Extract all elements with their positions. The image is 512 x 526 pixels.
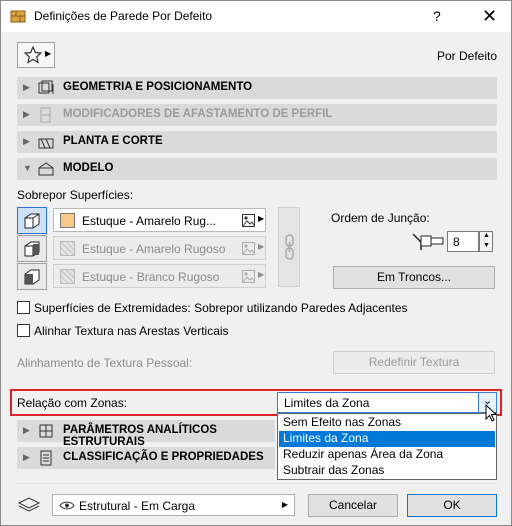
section-geometry[interactable]: ▶ GEOMETRIA E POSICIONAMENTO	[17, 77, 497, 99]
cancel-button[interactable]: Cancelar	[308, 494, 398, 517]
geometry-icon	[38, 80, 54, 94]
star-icon	[24, 46, 42, 64]
zone-relation-value: Limites da Zona	[284, 396, 370, 410]
layer-select[interactable]: Estrutural - Em Carga ▶	[52, 494, 295, 516]
footer-divider	[17, 483, 497, 484]
structural-analysis-icon	[39, 424, 53, 438]
junction-order-input[interactable]: 8	[447, 231, 479, 252]
surface-material-2[interactable]: Estuque - Amarelo Rugoso ▶	[53, 236, 266, 260]
material-swatch	[60, 241, 75, 256]
custom-texture-label: Alinhamento de Textura Pessoal:	[17, 356, 193, 370]
surface-material-3[interactable]: Estuque - Branco Rugoso ▶	[53, 264, 266, 288]
chevron-right-icon: ▶	[45, 49, 52, 58]
classification-icon	[40, 450, 52, 466]
wall-tool-icon	[10, 10, 26, 23]
favorites-button[interactable]: ▶	[17, 42, 55, 68]
surface-material-1[interactable]: Estuque - Amarelo Rug... ▶	[53, 208, 266, 232]
layer-value: Estrutural - Em Carga	[79, 499, 196, 513]
section-structural[interactable]: ▶ PARÂMETROS ANALÍTICOS ESTRUTURAIS	[17, 420, 275, 448]
surface-side-2-button[interactable]	[17, 235, 47, 262]
chevron-right-icon: ▶	[281, 500, 288, 509]
floor-plan-icon	[38, 138, 54, 149]
material-label: Estuque - Amarelo Rugoso	[82, 242, 226, 256]
chevron-right-icon: ▶	[258, 214, 265, 223]
override-surfaces-label: Sobrepor Superfícies:	[17, 188, 134, 202]
surface-side-1-button[interactable]	[17, 207, 47, 234]
zone-relation-label: Relação com Zonas:	[17, 396, 128, 410]
chain-link-icon	[285, 234, 294, 260]
collapsed-arrow-icon: ▶	[23, 136, 30, 146]
collapsed-arrow-icon: ▶	[23, 425, 30, 435]
align-texture-checkbox[interactable]	[17, 324, 30, 337]
zone-option-reduce-area[interactable]: Reduzir apenas Área da Zona	[279, 447, 495, 463]
section-floor-plan[interactable]: ▶ PLANTA E CORTE	[17, 131, 497, 153]
align-texture-label: Alinhar Textura nas Arestas Verticais	[34, 324, 229, 338]
reset-texture-button[interactable]: Redefinir Textura	[333, 351, 495, 374]
material-swatch	[60, 269, 75, 284]
section-label: PLANTA E CORTE	[63, 135, 163, 147]
chevron-right-icon: ▶	[258, 242, 265, 251]
material-picker-icon	[242, 242, 255, 255]
chevron-right-icon: ▶	[258, 270, 265, 279]
surface-edge-button[interactable]	[17, 263, 47, 290]
wall-face-icon	[24, 213, 40, 229]
close-button[interactable]: ✕	[482, 6, 497, 27]
log-details-button[interactable]: Em Troncos...	[333, 266, 495, 289]
chain-link-button[interactable]	[278, 207, 300, 287]
section-label: PARÂMETROS ANALÍTICOS ESTRUTURAIS	[63, 424, 217, 448]
preset-name: Por Defeito	[436, 49, 497, 63]
mouse-cursor-icon	[485, 404, 498, 422]
material-label: Estuque - Branco Rugoso	[82, 270, 220, 284]
section-profile-modifiers[interactable]: ▶ MODIFICADORES DE AFASTAMENTO DE PERFIL	[17, 104, 497, 126]
zone-option-no-effect[interactable]: Sem Efeito nas Zonas	[279, 415, 495, 431]
section-model[interactable]: ▼ MODELO	[17, 158, 497, 180]
material-picker-icon	[242, 214, 255, 227]
junction-order-label: Ordem de Junção:	[331, 211, 430, 225]
material-label: Estuque - Amarelo Rug...	[82, 214, 217, 228]
material-swatch	[60, 213, 75, 228]
wall-face-icon	[24, 269, 40, 285]
model-icon	[38, 162, 54, 176]
zone-option-subtract[interactable]: Subtrair das Zonas	[279, 463, 495, 479]
section-label: MODIFICADORES DE AFASTAMENTO DE PERFIL	[63, 108, 333, 120]
window-title: Definições de Parede Por Defeito	[34, 9, 213, 23]
material-picker-icon	[242, 270, 255, 283]
section-label: CLASSIFICAÇÃO E PROPRIEDADES	[63, 451, 264, 463]
title-bar: Definições de Parede Por Defeito ? ✕	[1, 1, 511, 32]
zone-relation-select[interactable]: Limites da Zona ⌄	[277, 392, 497, 413]
zone-relation-options: Sem Efeito nas Zonas Limites da Zona Red…	[277, 413, 497, 480]
edge-surfaces-checkbox[interactable]	[17, 301, 30, 314]
collapsed-arrow-icon: ▶	[23, 82, 30, 92]
stepper-up-icon[interactable]: ▲	[483, 232, 490, 239]
help-button[interactable]: ?	[433, 8, 441, 24]
section-label: GEOMETRIA E POSICIONAMENTO	[63, 81, 253, 93]
collapsed-arrow-icon: ▶	[23, 109, 30, 119]
collapsed-arrow-icon: ▶	[23, 452, 30, 462]
stepper-down-icon[interactable]: ▼	[483, 242, 490, 249]
zone-option-zone-boundary[interactable]: Limites da Zona	[279, 431, 495, 447]
section-classification[interactable]: ▶ CLASSIFICAÇÃO E PROPRIEDADES	[17, 447, 275, 469]
edge-surfaces-label: Superfícies de Extremidades: Sobrepor ut…	[34, 301, 408, 315]
junction-order-icon	[412, 233, 444, 250]
junction-order-stepper[interactable]: ▲ ▼	[479, 231, 493, 252]
profile-modifier-icon	[40, 107, 51, 123]
wall-face-icon	[24, 241, 40, 257]
section-label: MODELO	[63, 162, 114, 174]
layer-icon	[17, 497, 41, 512]
eye-icon	[59, 501, 75, 510]
dialog-window: Definições de Parede Por Defeito ? ✕ ▶ P…	[0, 0, 512, 526]
ok-button[interactable]: OK	[407, 494, 497, 517]
expanded-arrow-icon: ▼	[23, 163, 32, 173]
